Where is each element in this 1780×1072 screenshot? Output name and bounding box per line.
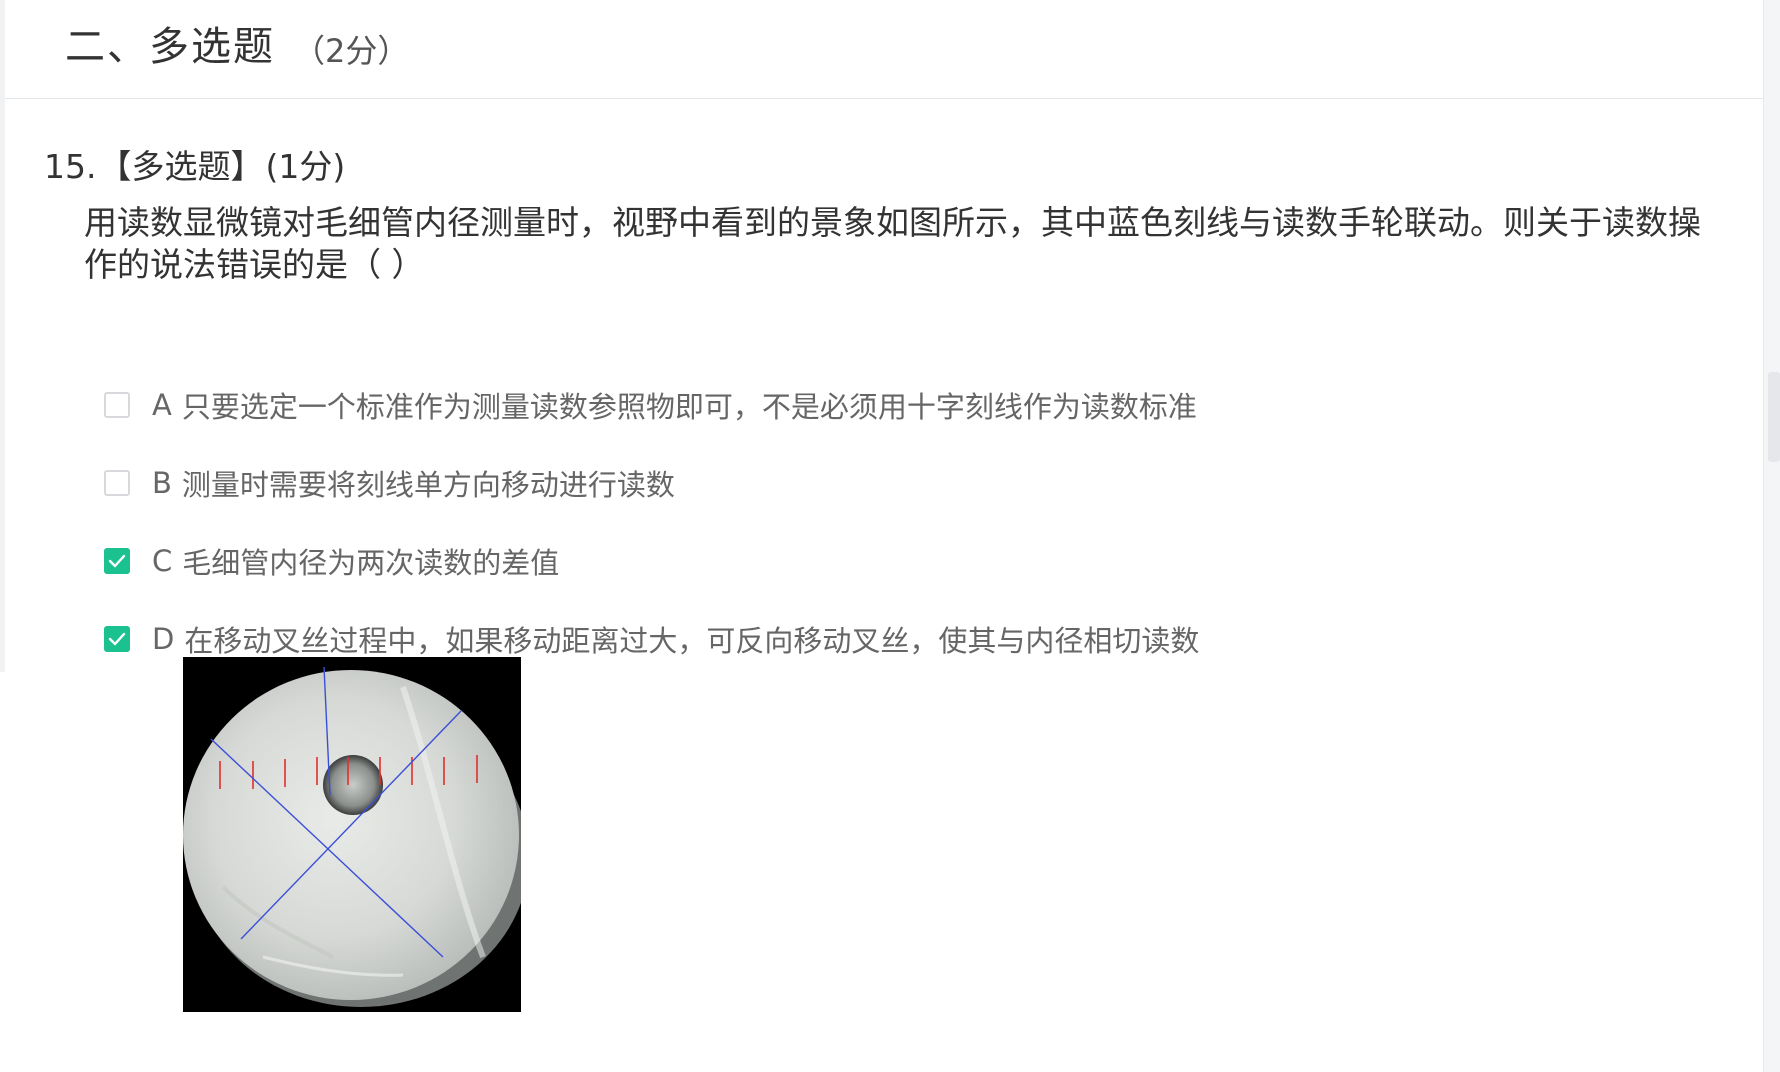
option-text: 在移动叉丝过程中，如果移动距离过大，可反向移动叉丝，使其与内径相切读数	[184, 624, 1200, 658]
page: 二、多选题 （2分） 15.【多选题】(1分) 用读数显微镜对毛细管内径测量时，…	[0, 0, 1780, 1072]
capillary-bore	[323, 755, 383, 815]
option-letter: C	[152, 544, 173, 578]
question-text: 用读数显微镜对毛细管内径测量时，视野中看到的景象如图所示，其中蓝色刻线与读数手轮…	[84, 203, 1701, 284]
microscope-view	[183, 657, 529, 1012]
check-icon	[108, 632, 126, 646]
option-letter: A	[152, 388, 172, 422]
question-number: 15.	[44, 147, 97, 186]
option-text: 测量时需要将刻线单方向移动进行读数	[181, 468, 675, 502]
checkbox-b[interactable]	[104, 470, 130, 496]
checkbox-a[interactable]	[104, 392, 130, 418]
checkbox-c[interactable]	[104, 548, 130, 574]
left-edge	[0, 0, 5, 672]
microscope-image	[183, 657, 529, 1012]
option-letter: B	[152, 466, 172, 500]
question-score: (1分)	[265, 147, 346, 186]
scrollbar[interactable]	[1763, 0, 1780, 1072]
capillary-disc	[183, 670, 519, 1000]
option-d[interactable]: D 在移动叉丝过程中，如果移动距离过大，可反向移动叉丝，使其与内径相切读数	[104, 619, 1199, 659]
section-header: 二、多选题 （2分）	[5, 0, 1764, 99]
check-icon	[108, 554, 126, 568]
section-score: （2分）	[293, 32, 410, 70]
option-a[interactable]: A 只要选定一个标准作为测量读数参照物即可，不是必须用十字刻线作为读数标准	[104, 385, 1197, 425]
option-c[interactable]: C 毛细管内径为两次读数的差值	[104, 541, 559, 581]
scrollbar-thumb[interactable]	[1768, 372, 1780, 462]
option-b[interactable]: B 测量时需要将刻线单方向移动进行读数	[104, 463, 675, 503]
option-letter: D	[152, 622, 175, 656]
checkbox-d[interactable]	[104, 626, 130, 652]
option-text: 毛细管内径为两次读数的差值	[182, 546, 560, 580]
question-header: 15.【多选题】(1分)	[44, 140, 347, 188]
option-text: 只要选定一个标准作为测量读数参照物即可，不是必须用十字刻线作为读数标准	[181, 390, 1197, 424]
section-title: 二、多选题	[65, 24, 275, 70]
question-type: 【多选题】	[98, 147, 264, 186]
